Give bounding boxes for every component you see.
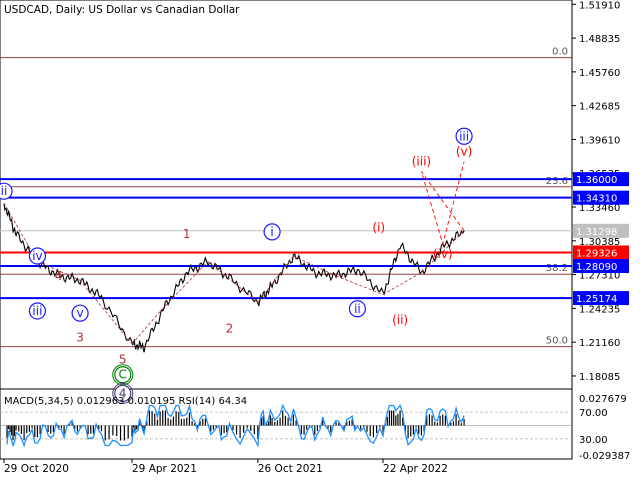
price-box-label-1-25174: 1.25174 — [576, 294, 617, 305]
wave-label-iii: iii — [32, 304, 42, 318]
indicator-tick-label: -0.029387 — [579, 451, 630, 462]
wave-label-3: 3 — [76, 330, 84, 344]
price-tick-label: 1.51910 — [579, 0, 620, 11]
chart-title: USDCAD, Daily: US Dollar vs Canadian Dol… — [4, 4, 240, 16]
date-tick-label: 22 Apr 2022 — [383, 463, 448, 475]
wave-label-iv: iv — [32, 249, 42, 263]
wave-label-4: 4 — [55, 269, 63, 283]
price-box-label-1-31298: 1.31298 — [576, 227, 617, 238]
price-box-label-1-34310: 1.34310 — [576, 194, 617, 205]
price-tick-label: 1.39610 — [579, 135, 620, 146]
wave-label-iii: (iii) — [412, 155, 431, 169]
wave-label-2: 2 — [226, 322, 234, 336]
fib-label-50-0: 50.0 — [546, 336, 568, 347]
date-tick-label: 29 Apr 2021 — [132, 463, 197, 475]
indicator-tick-label: 0.027679 — [579, 394, 627, 405]
wave-label-c: C — [119, 368, 127, 382]
price-tick-label: 1.42685 — [579, 102, 620, 113]
wave-label-ii: (ii) — [392, 313, 408, 327]
wave-label-ii: ii — [354, 302, 361, 316]
wave-label-iii: iii — [459, 129, 469, 143]
date-tick-label: 29 Oct 2020 — [4, 463, 69, 475]
price-tick-label: 1.48835 — [579, 34, 620, 45]
wave-label-v: (v) — [456, 145, 472, 159]
price-box-label-1-29326: 1.29326 — [576, 248, 617, 259]
date-tick-label: 26 Oct 2021 — [258, 463, 323, 475]
indicator-tick-label: 30.00 — [579, 435, 608, 446]
wave-label-i: i — [270, 225, 273, 239]
wave-label-i: (i) — [372, 220, 385, 234]
fib-label-0-0: 0.0 — [552, 47, 568, 58]
indicator-header: MACD(5,34,5) 0.012963 0.010195 RSI(14) 6… — [4, 396, 247, 407]
chart-window: 0.0 23.6 38.2 50.0 ii iv 4 iii v 3 5 C 4 1 2 i ii (i) (ii… — [0, 0, 640, 480]
wave-label-ii: ii — [1, 184, 8, 198]
price-box-label-1-28090: 1.28090 — [576, 262, 617, 273]
plot-area — [0, 0, 573, 460]
price-tick-label: 1.18085 — [579, 372, 620, 383]
price-tick-label: 1.45760 — [579, 68, 620, 79]
fib-label-23-6: 23.6 — [546, 176, 568, 187]
wave-label-1: 1 — [183, 227, 191, 241]
fib-label-38-2: 38.2 — [546, 263, 568, 274]
price-tick-label: 1.21160 — [579, 338, 620, 349]
price-chart[interactable]: 0.023.638.250.0 iiiv4iii v35C412iii(i)(ii… — [0, 0, 640, 480]
wave-label-iv: (iv) — [433, 247, 453, 261]
price-box-label-1-36000: 1.36000 — [576, 175, 617, 186]
wave-label-v: v — [77, 306, 84, 320]
indicator-tick-label: 70.00 — [579, 408, 608, 419]
price-tick-label: 1.24235 — [579, 304, 620, 315]
